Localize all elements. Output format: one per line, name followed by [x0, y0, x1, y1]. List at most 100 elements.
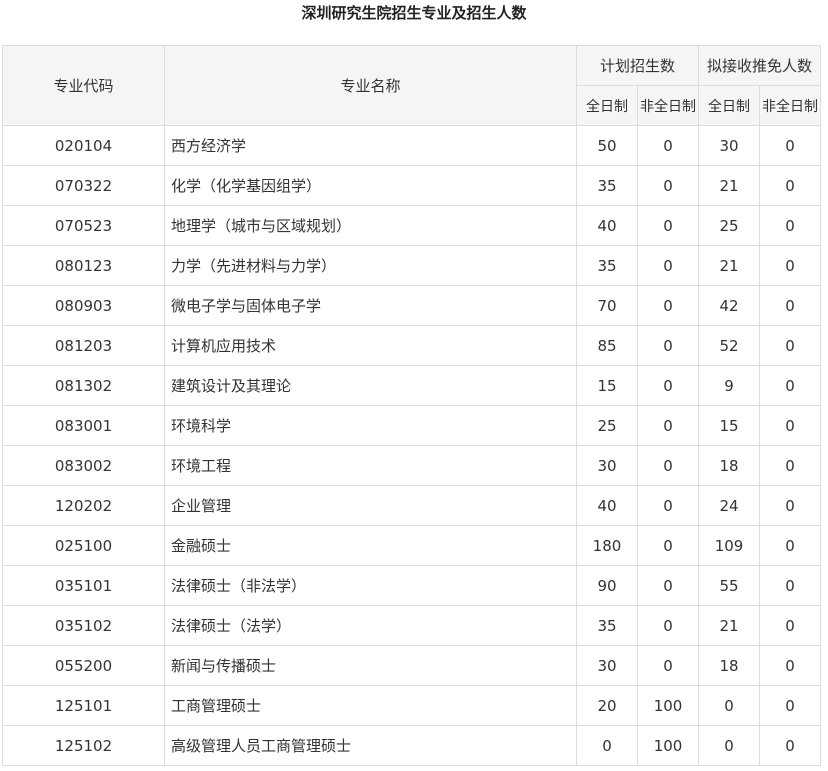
cell-name: 高级管理人员工商管理硕士 — [164, 725, 577, 766]
cell-planned-full-time: 20 — [576, 685, 638, 726]
header-code: 专业代码 — [2, 45, 165, 126]
table-row: 035101 法律硕士（非法学） 90 0 55 0 — [2, 565, 822, 606]
cell-code: 055200 — [2, 645, 165, 686]
cell-name: 环境科学 — [164, 405, 577, 446]
cell-exempt-part-time: 0 — [759, 485, 822, 526]
cell-code: 125102 — [2, 725, 165, 766]
cell-planned-full-time: 30 — [576, 645, 638, 686]
cell-code: 083002 — [2, 445, 165, 486]
cell-name: 化学（化学基因组学） — [164, 165, 577, 206]
cell-code: 081203 — [2, 325, 165, 366]
cell-exempt-part-time: 0 — [759, 165, 822, 206]
header-planned-part-time: 非全日制 — [636, 85, 700, 126]
cell-planned-part-time: 0 — [636, 125, 700, 166]
cell-code: 080903 — [2, 285, 165, 326]
cell-planned-part-time: 0 — [636, 325, 700, 366]
table-row: 055200 新闻与传播硕士 30 0 18 0 — [2, 645, 822, 686]
header-exempt-full-time: 全日制 — [698, 85, 761, 126]
cell-planned-full-time: 30 — [576, 445, 638, 486]
cell-exempt-full-time: 109 — [698, 525, 761, 566]
cell-exempt-full-time: 42 — [698, 285, 761, 326]
cell-exempt-part-time: 0 — [759, 325, 822, 366]
cell-exempt-full-time: 25 — [698, 205, 761, 246]
cell-planned-part-time: 0 — [636, 165, 700, 206]
table-row: 025100 金融硕士 180 0 109 0 — [2, 525, 822, 566]
cell-code: 035101 — [2, 565, 165, 606]
table-row: 083002 环境工程 30 0 18 0 — [2, 445, 822, 486]
cell-exempt-part-time: 0 — [759, 605, 822, 646]
cell-planned-full-time: 25 — [576, 405, 638, 446]
cell-planned-full-time: 50 — [576, 125, 638, 166]
cell-name: 法律硕士（非法学） — [164, 565, 577, 606]
cell-planned-part-time: 0 — [636, 565, 700, 606]
cell-name: 法律硕士（法学） — [164, 605, 577, 646]
cell-exempt-part-time: 0 — [759, 205, 822, 246]
cell-planned-full-time: 180 — [576, 525, 638, 566]
table-row: 035102 法律硕士（法学） 35 0 21 0 — [2, 605, 822, 646]
page: 深圳研究生院招生专业及招生人数 专业代码 专业名称 计划招生数 拟接收推免人数 … — [0, 0, 828, 771]
cell-exempt-part-time: 0 — [759, 645, 822, 686]
cell-name: 地理学（城市与区域规划） — [164, 205, 577, 246]
cell-planned-full-time: 15 — [576, 365, 638, 406]
cell-planned-part-time: 0 — [636, 485, 700, 526]
cell-exempt-part-time: 0 — [759, 405, 822, 446]
table-row: 080123 力学（先进材料与力学） 35 0 21 0 — [2, 245, 822, 286]
header-name: 专业名称 — [164, 45, 577, 126]
cell-planned-part-time: 0 — [636, 525, 700, 566]
cell-exempt-full-time: 52 — [698, 325, 761, 366]
cell-exempt-part-time: 0 — [759, 565, 822, 606]
cell-exempt-part-time: 0 — [759, 685, 822, 726]
cell-name: 建筑设计及其理论 — [164, 365, 577, 406]
cell-planned-part-time: 0 — [636, 445, 700, 486]
cell-exempt-full-time: 9 — [698, 365, 761, 406]
cell-planned-part-time: 0 — [636, 365, 700, 406]
cell-name: 工商管理硕士 — [164, 685, 577, 726]
cell-exempt-part-time: 0 — [759, 525, 822, 566]
table-row: 125101 工商管理硕士 20 100 0 0 — [2, 685, 822, 726]
table-row: 070523 地理学（城市与区域规划） 40 0 25 0 — [2, 205, 822, 246]
cell-exempt-full-time: 18 — [698, 445, 761, 486]
cell-planned-part-time: 0 — [636, 605, 700, 646]
admissions-table: 专业代码 专业名称 计划招生数 拟接收推免人数 全日制 非全日制 全日制 非全日… — [2, 45, 822, 766]
cell-name: 金融硕士 — [164, 525, 577, 566]
cell-planned-full-time: 35 — [576, 165, 638, 206]
cell-planned-full-time: 35 — [576, 605, 638, 646]
cell-exempt-full-time: 55 — [698, 565, 761, 606]
cell-name: 计算机应用技术 — [164, 325, 577, 366]
cell-exempt-full-time: 21 — [698, 245, 761, 286]
header-planned-full-time: 全日制 — [576, 85, 638, 126]
cell-planned-full-time: 35 — [576, 245, 638, 286]
cell-exempt-full-time: 15 — [698, 405, 761, 446]
cell-planned-part-time: 0 — [636, 405, 700, 446]
cell-exempt-full-time: 30 — [698, 125, 761, 166]
cell-exempt-full-time: 24 — [698, 485, 761, 526]
cell-code: 070523 — [2, 205, 165, 246]
table-row: 081203 计算机应用技术 85 0 52 0 — [2, 325, 822, 366]
cell-exempt-part-time: 0 — [759, 445, 822, 486]
table-row: 080903 微电子学与固体电子学 70 0 42 0 — [2, 285, 822, 326]
header-row: 专业代码 专业名称 计划招生数 拟接收推免人数 — [2, 45, 822, 126]
cell-planned-part-time: 0 — [636, 645, 700, 686]
cell-name: 力学（先进材料与力学） — [164, 245, 577, 286]
table-row: 070322 化学（化学基因组学） 35 0 21 0 — [2, 165, 822, 206]
cell-code: 080123 — [2, 245, 165, 286]
table-header: 专业代码 专业名称 计划招生数 拟接收推免人数 全日制 非全日制 全日制 非全日… — [2, 45, 822, 126]
cell-planned-full-time: 70 — [576, 285, 638, 326]
cell-planned-part-time: 100 — [636, 725, 700, 766]
table-row: 125102 高级管理人员工商管理硕士 0 100 0 0 — [2, 725, 822, 766]
cell-code: 120202 — [2, 485, 165, 526]
header-exempt-part-time: 非全日制 — [759, 85, 822, 126]
cell-planned-full-time: 40 — [576, 205, 638, 246]
cell-planned-part-time: 0 — [636, 205, 700, 246]
cell-code: 070322 — [2, 165, 165, 206]
cell-name: 环境工程 — [164, 445, 577, 486]
cell-planned-part-time: 0 — [636, 245, 700, 286]
cell-planned-full-time: 40 — [576, 485, 638, 526]
table-row: 083001 环境科学 25 0 15 0 — [2, 405, 822, 446]
cell-code: 125101 — [2, 685, 165, 726]
cell-name: 新闻与传播硕士 — [164, 645, 577, 686]
header-planned: 计划招生数 — [575, 45, 700, 86]
cell-name: 西方经济学 — [164, 125, 577, 166]
cell-planned-full-time: 90 — [576, 565, 638, 606]
cell-exempt-part-time: 0 — [759, 125, 822, 166]
